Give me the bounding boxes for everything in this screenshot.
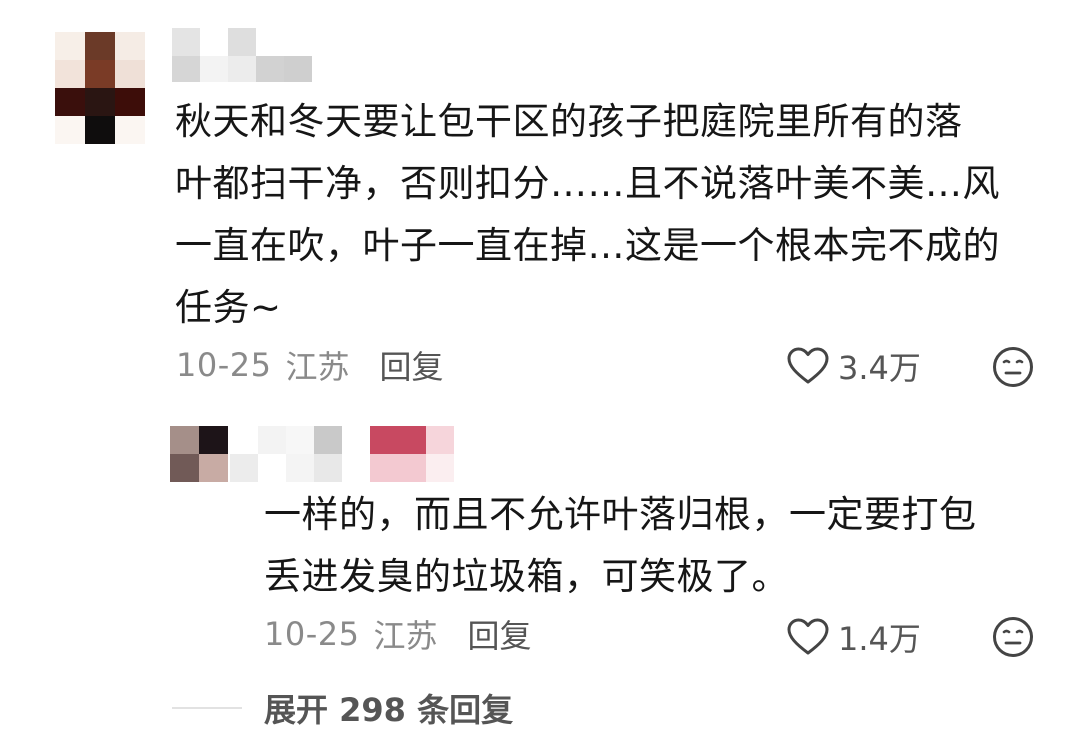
reply-like-count: 1.4万 xyxy=(838,620,921,658)
comment-meta: 10-25 江苏 回复 xyxy=(176,343,444,387)
reply-emoji-button[interactable] xyxy=(992,616,1034,658)
expand-replies-label: 展开 298 条回复 xyxy=(264,691,514,729)
comment-item: 秋天和冬天要让包干区的孩子把庭院里所有的落 叶都扫干净，否则扣分……且不说落叶美… xyxy=(0,0,1080,420)
avatar[interactable] xyxy=(55,32,145,144)
neutral-face-icon xyxy=(992,346,1034,388)
username-blurred[interactable] xyxy=(172,28,317,84)
reply-button[interactable]: 回复 xyxy=(380,342,444,388)
comment-date: 10-25 xyxy=(176,346,272,384)
reply-reply-button[interactable]: 回复 xyxy=(468,611,532,657)
like-button[interactable]: 3.4万 xyxy=(786,343,921,389)
comment-location: 江苏 xyxy=(285,348,350,386)
heart-outline-icon xyxy=(786,346,838,386)
expand-divider xyxy=(172,707,242,709)
reply-username-blurred[interactable] xyxy=(230,424,460,484)
reply-meta: 10-25 江苏 回复 xyxy=(264,612,532,656)
like-count: 3.4万 xyxy=(838,349,921,387)
reply-location: 江苏 xyxy=(373,617,438,655)
neutral-face-icon xyxy=(992,616,1034,658)
reply-item: 一样的，而且不允许叶落归根，一定要打包 丢进发臭的垃圾箱，可笑极了。 10-25… xyxy=(0,420,1080,670)
comment-text: 秋天和冬天要让包干区的孩子把庭院里所有的落 叶都扫干净，否则扣分……且不说落叶美… xyxy=(175,100,1000,329)
reply-avatar[interactable] xyxy=(170,426,228,482)
reply-like-button[interactable]: 1.4万 xyxy=(786,614,921,660)
expand-replies-button[interactable]: 展开 298 条回复 xyxy=(172,686,513,730)
emoji-button[interactable] xyxy=(992,346,1034,388)
heart-outline-icon xyxy=(786,617,838,657)
reply-date: 10-25 xyxy=(264,615,360,653)
reply-text: 一样的，而且不允许叶落归根，一定要打包 丢进发臭的垃圾箱，可笑极了。 xyxy=(264,493,977,598)
